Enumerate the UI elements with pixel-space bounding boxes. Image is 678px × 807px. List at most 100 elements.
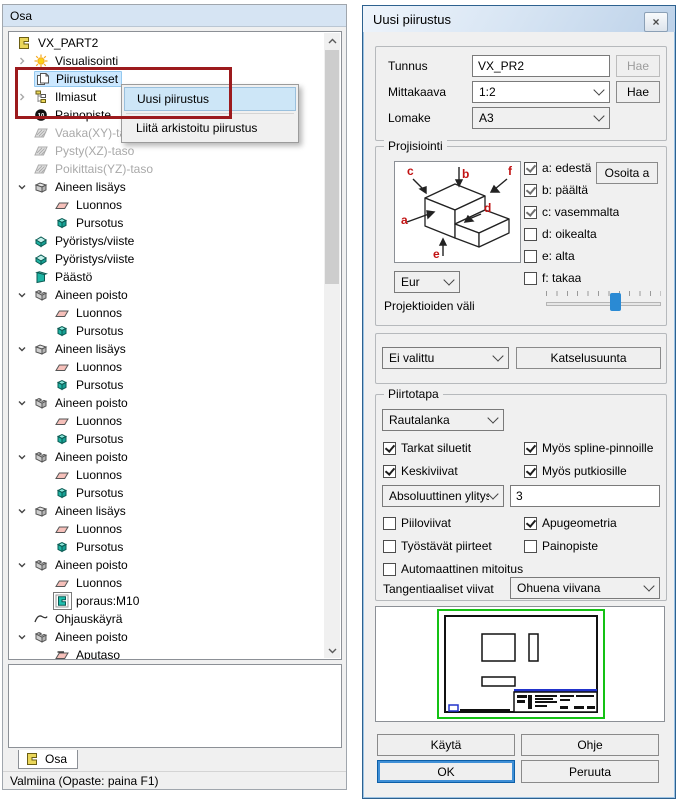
tree-item-29[interactable]: Aineen poisto bbox=[9, 556, 324, 574]
checkbox-automaattinen-mitoitus[interactable]: Automaattinen mitoitus bbox=[383, 561, 523, 577]
tree-item-30[interactable]: Luonnos bbox=[9, 574, 324, 592]
projection-spacing-slider[interactable] bbox=[546, 291, 661, 313]
tree-item-15[interactable]: Luonnos bbox=[9, 304, 324, 322]
checkbox-piiloviivat[interactable]: Piiloviivat bbox=[383, 515, 451, 531]
tree-item-1[interactable]: Visualisointi bbox=[9, 52, 324, 70]
mittakaava-select[interactable]: 1:2 bbox=[472, 81, 610, 103]
tree-item-17[interactable]: Aineen lisäys bbox=[9, 340, 324, 358]
tree-item-13[interactable]: Päästö bbox=[9, 268, 324, 286]
ylitys-input[interactable] bbox=[510, 485, 660, 507]
checkbox-icon[interactable] bbox=[524, 272, 537, 285]
checkbox-view-0[interactable]: a: edestä bbox=[524, 160, 591, 176]
tree-item-12[interactable]: Pyöristys/viiste bbox=[9, 250, 324, 268]
tree-item-27[interactable]: Luonnos bbox=[9, 520, 324, 538]
checkbox-keskiviivat[interactable]: Keskiviivat bbox=[383, 463, 458, 479]
tab-label: Osa bbox=[45, 752, 67, 766]
tree-item-33[interactable]: Aineen poisto bbox=[9, 628, 324, 646]
tangent-lines-select[interactable]: Ohuena viivana bbox=[510, 577, 660, 599]
tree-item-34[interactable]: Aputaso bbox=[9, 646, 324, 660]
chevron-expanded-icon[interactable] bbox=[17, 398, 34, 408]
checkbox-view-5[interactable]: f: takaa bbox=[524, 270, 581, 286]
scrollbar-thumb[interactable] bbox=[325, 50, 339, 284]
chevron-collapsed-icon[interactable] bbox=[17, 92, 34, 102]
ok-button[interactable]: OK bbox=[377, 760, 515, 783]
tree-item-24[interactable]: Luonnos bbox=[9, 466, 324, 484]
tree-item-22[interactable]: Pursotus bbox=[9, 430, 324, 448]
checkbox-icon[interactable] bbox=[524, 206, 537, 219]
checkbox-icon[interactable] bbox=[383, 563, 396, 576]
tree-item-23[interactable]: Aineen poisto bbox=[9, 448, 324, 466]
checkbox-icon[interactable] bbox=[524, 228, 537, 241]
checkbox-icon[interactable] bbox=[524, 184, 537, 197]
tree-item-18[interactable]: Luonnos bbox=[9, 358, 324, 376]
checkbox-painopiste[interactable]: Painopiste bbox=[524, 538, 598, 554]
help-button[interactable]: Ohje bbox=[521, 734, 659, 756]
tree-item-25[interactable]: Pursotus bbox=[9, 484, 324, 502]
checkbox-view-2[interactable]: c: vasemmalta bbox=[524, 204, 619, 220]
checkbox-icon[interactable] bbox=[524, 442, 537, 455]
chevron-expanded-icon[interactable] bbox=[17, 344, 34, 354]
checkbox-icon[interactable] bbox=[524, 517, 537, 530]
scroll-down-icon[interactable] bbox=[324, 643, 340, 658]
chevron-expanded-icon[interactable] bbox=[17, 560, 34, 570]
checkbox-icon[interactable] bbox=[524, 540, 537, 553]
checkbox-tyostavat-piirteet[interactable]: Työstävät piirteet bbox=[383, 538, 492, 554]
checkbox-icon[interactable] bbox=[524, 162, 537, 175]
checkbox-icon[interactable] bbox=[524, 250, 537, 263]
ylitys-select[interactable]: Absoluuttinen ylitys (mm) bbox=[382, 485, 504, 507]
remove-material-icon bbox=[34, 288, 49, 302]
tab-osa[interactable]: Osa bbox=[18, 750, 78, 769]
checkbox-apugeometria[interactable]: Apugeometria bbox=[524, 515, 617, 531]
scroll-up-icon[interactable] bbox=[324, 33, 340, 48]
tree-item-32[interactable]: Ohjauskäyrä bbox=[9, 610, 324, 628]
checkbox-view-1[interactable]: b: päältä bbox=[524, 182, 588, 198]
checkbox-icon[interactable] bbox=[383, 517, 396, 530]
tree-item-31[interactable]: poraus:M10 bbox=[9, 592, 324, 610]
chevron-expanded-icon[interactable] bbox=[17, 506, 34, 516]
tree-item-8[interactable]: Aineen lisäys bbox=[9, 178, 324, 196]
tree-item-9[interactable]: Luonnos bbox=[9, 196, 324, 214]
checkbox-myos-putkiosille[interactable]: Myös putkiosille bbox=[524, 463, 627, 479]
chevron-expanded-icon[interactable] bbox=[17, 452, 34, 462]
checkbox-view-3[interactable]: d: oikealta bbox=[524, 226, 597, 242]
chevron-expanded-icon[interactable] bbox=[17, 182, 34, 192]
tree-item-11[interactable]: Pyöristys/viiste bbox=[9, 232, 324, 250]
checkbox-icon[interactable] bbox=[524, 465, 537, 478]
tree-item-14[interactable]: Aineen poisto bbox=[9, 286, 324, 304]
checkbox-myos-spline[interactable]: Myös spline-pinnoille bbox=[524, 440, 653, 456]
draw-mode-select[interactable]: Rautalanka bbox=[382, 409, 504, 431]
view-direction-select[interactable]: Ei valittu bbox=[382, 347, 509, 369]
new-drawing-dialog: Uusi piirustus × Tunnus Hae Mittakaava 1… bbox=[362, 5, 676, 799]
tree-item-21[interactable]: Luonnos bbox=[9, 412, 324, 430]
view-letter-e: e bbox=[433, 247, 440, 261]
tree-item-28[interactable]: Pursotus bbox=[9, 538, 324, 556]
tree-item-label: Aineen poisto bbox=[53, 450, 130, 464]
hae-mittakaava-button[interactable]: Hae bbox=[616, 81, 660, 103]
lomake-select[interactable]: A3 bbox=[472, 107, 610, 129]
projection-standard-select[interactable]: Eur bbox=[394, 271, 460, 293]
menu-item-0[interactable]: Uusi piirustus bbox=[124, 87, 296, 111]
checkbox-tarkat-siluetit[interactable]: Tarkat siluetit bbox=[383, 440, 471, 456]
tree-item-0[interactable]: VX_PART2 bbox=[9, 34, 324, 52]
cancel-button[interactable]: Peruuta bbox=[521, 760, 659, 783]
slider-thumb[interactable] bbox=[610, 293, 621, 311]
checkbox-icon[interactable] bbox=[383, 442, 396, 455]
checkbox-icon[interactable] bbox=[383, 465, 396, 478]
checkbox-icon[interactable] bbox=[383, 540, 396, 553]
close-icon[interactable]: × bbox=[644, 12, 668, 32]
tree-item-26[interactable]: Aineen lisäys bbox=[9, 502, 324, 520]
tunnus-input[interactable] bbox=[472, 55, 610, 77]
tree-item-16[interactable]: Pursotus bbox=[9, 322, 324, 340]
chevron-expanded-icon[interactable] bbox=[17, 290, 34, 300]
tree-item-19[interactable]: Pursotus bbox=[9, 376, 324, 394]
chevron-collapsed-icon[interactable] bbox=[17, 56, 34, 66]
katselusuunta-button[interactable]: Katselusuunta bbox=[516, 347, 661, 369]
apply-button[interactable]: Käytä bbox=[377, 734, 515, 756]
tree-scrollbar[interactable] bbox=[324, 33, 340, 658]
tree-item-20[interactable]: Aineen poisto bbox=[9, 394, 324, 412]
tree-item-10[interactable]: Pursotus bbox=[9, 214, 324, 232]
chevron-expanded-icon[interactable] bbox=[17, 632, 34, 642]
checkbox-view-4[interactable]: e: alta bbox=[524, 248, 575, 264]
menu-item-1[interactable]: Liitä arkistoitu piirustus bbox=[124, 116, 296, 140]
osoita-a-button[interactable]: Osoita a bbox=[596, 162, 658, 184]
